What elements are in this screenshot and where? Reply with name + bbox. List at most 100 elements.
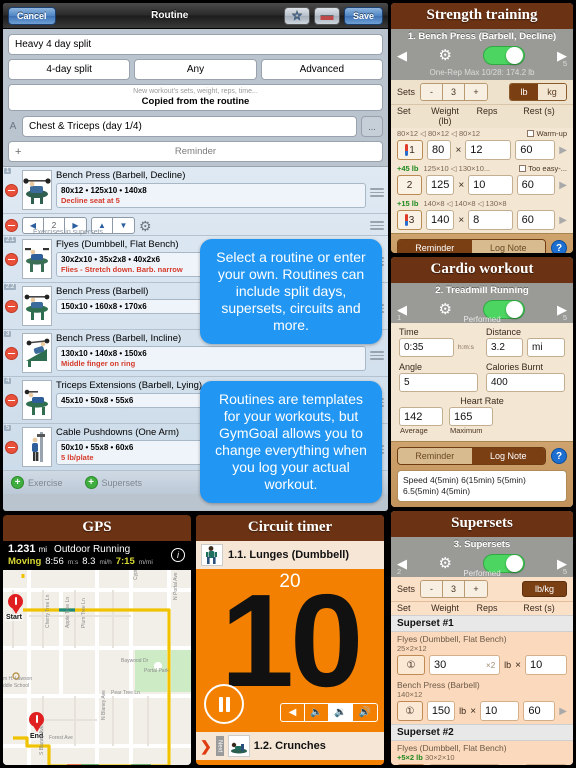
add-superset-label[interactable]: Supersets xyxy=(102,478,143,488)
exercise-detail[interactable]: 80x12 • 125x10 • 140x8 Decline seat at 5 xyxy=(56,183,366,208)
calories-input[interactable]: 400 xyxy=(486,373,565,392)
log-note-text[interactable]: Speed 4(5min) 6(15min) 5(5min) 6.5(5min)… xyxy=(397,470,567,503)
volume-high-icon[interactable]: 🔊 xyxy=(353,704,377,721)
add-exercise-icon[interactable]: + xyxy=(11,476,24,489)
weight-input[interactable]: 35×2 xyxy=(429,764,501,765)
chevron-right-icon[interactable]: ❯ xyxy=(200,738,212,755)
list-item[interactable]: 1 Bench Press (Barbell, Decline) 80x12 •… xyxy=(3,167,388,214)
gear-icon[interactable]: ⚙ xyxy=(439,48,452,63)
remove-button[interactable]: ▬ xyxy=(313,6,340,25)
sets-increment-button[interactable]: + xyxy=(465,84,488,100)
play-timer-icon[interactable]: ▶ xyxy=(559,180,567,191)
superset-history: 25×2×12 xyxy=(397,644,427,653)
tab-log-note[interactable]: Log Note xyxy=(471,448,545,464)
time-input[interactable]: 0:35 xyxy=(399,338,454,357)
hr-maximum-input[interactable]: 165 xyxy=(449,407,493,426)
day-options-button[interactable]: ... xyxy=(361,116,383,137)
add-exercise-label[interactable]: Exercise xyxy=(28,478,63,488)
add-superset-icon[interactable]: + xyxy=(84,476,98,489)
unit-lb-button[interactable]: lb xyxy=(510,84,538,100)
tag-type-select[interactable]: Any xyxy=(134,59,257,80)
favorite-star-button[interactable]: ☆ xyxy=(283,6,310,25)
delete-exercise-button[interactable] xyxy=(5,300,18,313)
sets-stepper[interactable]: - 3 + xyxy=(420,83,489,101)
tab-log-note[interactable]: Log Note xyxy=(471,240,545,253)
rest-input[interactable]: 60 xyxy=(516,175,556,195)
unit-switch[interactable]: lb kg xyxy=(509,83,567,101)
volume-controls[interactable]: ◀ 🔈 🔉 🔊 xyxy=(280,703,378,722)
info-icon[interactable]: i xyxy=(171,548,185,562)
play-timer-icon[interactable]: ▶ xyxy=(559,706,567,717)
performed-toggle[interactable] xyxy=(483,45,526,65)
sets-increment-button[interactable]: + xyxy=(465,581,488,597)
exercise-detail[interactable]: 130x10 • 140x8 • 150x6 Middle finger on … xyxy=(56,346,366,371)
warmup-flag[interactable]: Warm-up xyxy=(527,129,567,138)
set-number-badge[interactable]: 1 xyxy=(397,140,423,160)
cancel-button[interactable]: Cancel xyxy=(8,6,56,25)
gear-icon[interactable]: ⚙ xyxy=(139,219,152,233)
distance-input[interactable]: 3.2 xyxy=(486,338,523,357)
unit-toggle-button[interactable]: lb/kg xyxy=(521,581,567,597)
angle-input[interactable]: 5 xyxy=(399,373,478,392)
reorder-handle[interactable] xyxy=(370,186,384,199)
prev-exercise-icon[interactable]: ◀ xyxy=(397,49,407,62)
delete-exercise-button[interactable] xyxy=(5,394,18,407)
note-tab-group[interactable]: Reminder Log Note xyxy=(397,239,546,253)
volume-prev-icon[interactable]: ◀ xyxy=(281,704,305,721)
set-number-badge[interactable]: ② xyxy=(397,764,425,765)
weight-input[interactable]: 80 xyxy=(427,140,452,160)
reps-input[interactable]: 8 xyxy=(525,764,567,765)
sets-stepper[interactable]: - 3 + xyxy=(420,580,489,598)
weight-input[interactable]: 150 xyxy=(426,701,456,721)
reps-input[interactable]: 10 xyxy=(468,175,513,195)
reps-input[interactable]: 8 xyxy=(468,210,513,230)
superset-move-down-button[interactable]: ▼ xyxy=(113,218,134,233)
set-number-badge[interactable]: ① xyxy=(397,701,423,721)
rest-input[interactable]: 60 xyxy=(516,210,556,230)
weight-input[interactable]: 30 ×2 xyxy=(429,655,501,675)
delete-superset-button[interactable] xyxy=(5,219,18,232)
tab-reminder[interactable]: Reminder xyxy=(398,448,472,464)
routine-name-input[interactable]: Heavy 4 day split xyxy=(8,34,383,55)
save-button[interactable]: Save xyxy=(343,6,383,25)
play-timer-icon[interactable]: ▶ xyxy=(559,215,567,226)
help-icon[interactable]: ? xyxy=(551,240,567,253)
pause-icon[interactable] xyxy=(204,684,244,724)
sets-decrement-button[interactable]: - xyxy=(421,581,444,597)
tag-level-select[interactable]: Advanced xyxy=(260,59,383,80)
weight-input[interactable]: 140 xyxy=(425,210,455,230)
volume-mid-icon[interactable]: 🔉 xyxy=(329,704,353,721)
gps-map[interactable]: Start End Forest Ave Baywood Dr Pear Tre… xyxy=(3,570,191,765)
delete-exercise-button[interactable] xyxy=(5,347,18,360)
volume-low-icon[interactable]: 🔈 xyxy=(305,704,329,721)
weight-input[interactable]: 125 xyxy=(425,175,455,195)
circuit-next-row[interactable]: ❯ Next 1.2. Crunches xyxy=(196,732,384,760)
tab-reminder[interactable]: Reminder xyxy=(398,240,472,253)
play-timer-icon[interactable]: ▶ xyxy=(559,145,567,156)
delete-exercise-button[interactable] xyxy=(5,184,18,197)
reps-input[interactable]: 10 xyxy=(525,655,567,675)
set-number-badge[interactable]: ① xyxy=(397,655,425,675)
set-number-badge[interactable]: 2 xyxy=(397,175,422,195)
note-tab-group[interactable]: Reminder Log Note xyxy=(397,447,546,465)
help-icon[interactable]: ? xyxy=(551,448,567,464)
circuit-timer-body[interactable]: 20 10 ◀ 🔈 🔉 🔊 xyxy=(196,569,384,732)
hr-average-input[interactable]: 142 xyxy=(399,407,443,426)
rest-input[interactable]: 60 xyxy=(523,701,556,721)
distance-unit-select[interactable]: mi xyxy=(527,338,565,357)
delete-exercise-button[interactable] xyxy=(5,441,18,454)
copy-from-routine-box[interactable]: New workout's sets, weight, reps, time..… xyxy=(8,84,383,111)
reorder-handle[interactable] xyxy=(370,219,384,232)
reorder-handle[interactable] xyxy=(370,349,384,362)
sets-decrement-button[interactable]: - xyxy=(421,84,444,100)
reminder-input[interactable]: + Reminder xyxy=(8,141,383,162)
unit-kg-button[interactable]: kg xyxy=(538,84,566,100)
day-name-input[interactable]: Chest & Triceps (day 1/4) xyxy=(22,116,357,137)
tag-split-select[interactable]: 4-day split xyxy=(8,59,131,80)
reps-input[interactable]: 12 xyxy=(465,140,512,160)
set-number-badge[interactable]: 3 xyxy=(397,210,422,230)
rest-input[interactable]: 60 xyxy=(515,140,556,160)
delete-exercise-button[interactable] xyxy=(5,253,18,266)
too-easy-flag[interactable]: Too easy-... xyxy=(519,164,567,173)
reps-input[interactable]: 10 xyxy=(480,701,520,721)
